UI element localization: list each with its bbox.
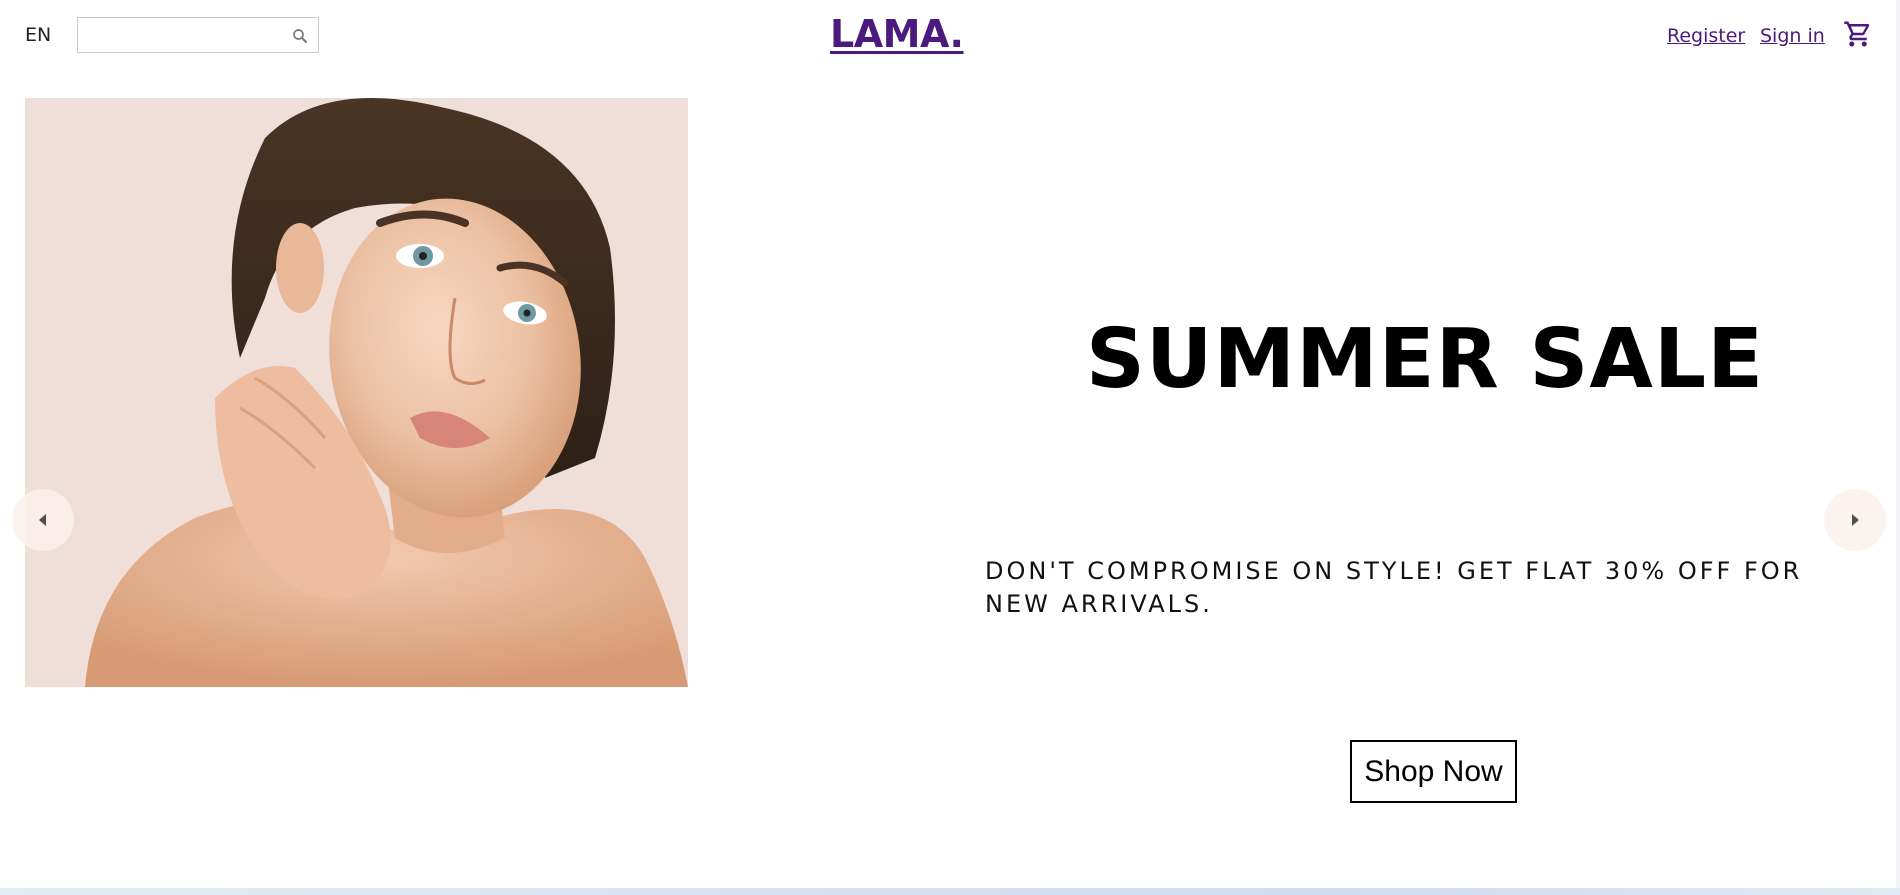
slide-image bbox=[25, 98, 688, 687]
sign-in-link[interactable]: Sign in bbox=[1760, 25, 1825, 47]
previous-slide-button[interactable] bbox=[12, 489, 74, 551]
woman-portrait-photo bbox=[25, 98, 688, 687]
slide-title: SUMMER SALE bbox=[1085, 312, 1765, 407]
next-slide-button[interactable] bbox=[1824, 489, 1886, 551]
search-icon[interactable] bbox=[291, 27, 309, 45]
shopping-cart-icon[interactable] bbox=[1843, 19, 1873, 49]
search-container[interactable] bbox=[77, 17, 319, 53]
search-input[interactable] bbox=[84, 24, 284, 48]
hero-slider: SUMMER SALE DON'T COMPROMISE ON STYLE! G… bbox=[0, 72, 1900, 888]
shop-now-button[interactable]: Shop Now bbox=[1350, 740, 1517, 803]
logo[interactable]: LAMA. bbox=[830, 12, 964, 56]
page: EN LAMA. Register Sign in SUMMER SALE DO… bbox=[0, 0, 1900, 895]
page-edge bbox=[1896, 0, 1900, 888]
bottom-strip bbox=[0, 888, 1900, 895]
register-link[interactable]: Register bbox=[1667, 25, 1745, 47]
navbar: EN LAMA. Register Sign in bbox=[0, 0, 1900, 72]
arrow-left-icon bbox=[39, 514, 46, 526]
slide-description: DON'T COMPROMISE ON STYLE! GET FLAT 30% … bbox=[985, 557, 1803, 618]
language-label[interactable]: EN bbox=[25, 24, 51, 46]
arrow-right-icon bbox=[1852, 514, 1859, 526]
